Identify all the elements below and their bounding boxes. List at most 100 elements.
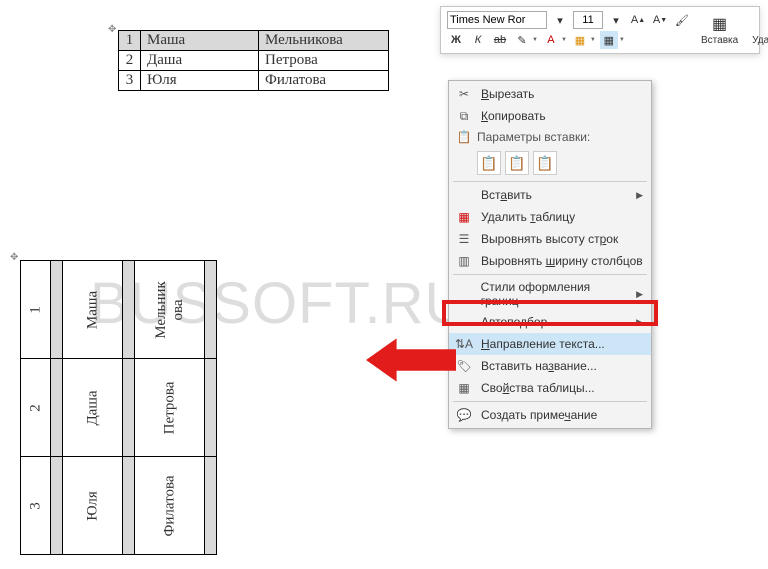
bold-button[interactable]: Ж [447,31,465,49]
ctx-insert[interactable]: Вставить ▶ [449,184,651,206]
chevron-down-icon[interactable]: ▼ [561,37,567,43]
table-row[interactable]: 2 Даша Петрова [21,359,217,457]
chevron-right-icon: ▶ [636,317,643,328]
table-row[interactable]: 3 Юля Филатова [119,71,389,91]
chevron-down-icon[interactable]: ▼ [619,37,625,43]
italic-button[interactable]: К [469,31,487,49]
cell-first[interactable]: Даша [63,359,123,457]
ctx-text-direction[interactable]: ⇅A Направление текста... [449,333,651,355]
cell-last[interactable]: Мельникова [259,31,389,51]
insert-table-button[interactable]: ▦ Вставка [697,12,742,48]
table-row[interactable]: 2 Даша Петрова [119,51,389,71]
cell-stripe [205,457,217,555]
text-direction-icon: ⇅A [455,336,473,352]
chevron-down-icon[interactable]: ▼ [590,37,596,43]
table-move-handle-icon[interactable]: ✥ [108,24,116,35]
ctx-new-comment[interactable]: 💬 Создать примечание [449,404,651,426]
ctx-border-styles[interactable]: Стили оформления границ ▶ [449,277,651,311]
ctx-label: Копировать [481,109,546,123]
paste-merge-icon[interactable]: 📋 [505,151,529,175]
font-name-dropdown-icon[interactable]: ▾ [551,11,569,29]
ctx-label: Свойства таблицы... [481,381,595,395]
delete-table-icon: ▦ [455,209,473,225]
cell-num[interactable]: 2 [21,359,51,457]
table-move-handle-icon[interactable]: ✥ [10,252,18,263]
table-row[interactable]: 1 Маша Мельникова [119,31,389,51]
font-size-select[interactable] [573,11,603,29]
annotation-arrow-icon [366,330,456,390]
separator [453,181,647,182]
separator [453,401,647,402]
ctx-label: Удалить таблицу [481,210,575,224]
cell-last[interactable]: Петрова [259,51,389,71]
cell-stripe [205,261,217,359]
paste-icon: 📋 [455,129,473,145]
cell-stripe [205,359,217,457]
cell-first[interactable]: Юля [63,457,123,555]
ctx-distribute-cols[interactable]: ▥ Выровнять ширину столбцов [449,250,651,272]
cell-stripe [51,457,63,555]
font-size-dropdown-icon[interactable]: ▾ [607,11,625,29]
context-menu: ✂ Вырезать ⧉ Копировать 📋 Параметры вста… [448,80,652,429]
cell-first[interactable]: Маша [141,31,259,51]
comment-icon: 💬 [455,407,473,423]
vertical-table[interactable]: 1 Маша Мельник ова 2 Даша Петрова 3 Юля … [20,260,217,555]
cell-num[interactable]: 2 [119,51,141,71]
cell-last[interactable]: Петрова [135,359,205,457]
separator [453,274,647,275]
ctx-label: Создать примечание [481,408,597,422]
table-row[interactable]: 1 Маша Мельник ова [21,261,217,359]
ctx-cut[interactable]: ✂ Вырезать [449,83,651,105]
chevron-down-icon[interactable]: ▼ [532,37,538,43]
ctx-autofit[interactable]: Автоподбор ▶ [449,311,651,333]
ctx-insert-caption[interactable]: 🏷 Вставить название... [449,355,651,377]
shading-button[interactable]: ▦ [571,31,589,49]
ctx-table-properties[interactable]: ▦ Свойства таблицы... [449,377,651,399]
cell-first[interactable]: Юля [141,71,259,91]
cell-last[interactable]: Мельник ова [135,261,205,359]
font-color-button[interactable]: A [542,31,560,49]
cell-stripe [123,457,135,555]
blank-icon [455,286,473,302]
ctx-label: Стили оформления границ [481,280,628,308]
chevron-right-icon: ▶ [636,190,643,201]
distribute-cols-icon: ▥ [455,253,473,269]
ctx-paste-header: 📋 Параметры вставки: [449,127,651,147]
ctx-label: Вырезать [481,87,534,101]
strike-button[interactable]: ab [491,31,509,49]
insert-label: Вставка [701,35,738,46]
cell-last[interactable]: Филатова [259,71,389,91]
cell-stripe [123,359,135,457]
ctx-label: Выровнять высоту строк [481,232,618,246]
ctx-label: Вставить [481,188,532,202]
cell-stripe [123,261,135,359]
cell-last[interactable]: Филатова [135,457,205,555]
ctx-paste-options: 📋 📋 📋 [449,147,651,179]
cell-first[interactable]: Маша [63,261,123,359]
ctx-distribute-rows[interactable]: ☰ Выровнять высоту строк [449,228,651,250]
format-painter-button[interactable]: 🖌 [673,11,691,29]
highlight-button[interactable]: ✎ [513,31,531,49]
caption-icon: 🏷 [455,358,473,374]
top-table[interactable]: 1 Маша Мельникова 2 Даша Петрова 3 Юля Ф… [118,30,389,91]
shrink-font-button[interactable]: A▼ [651,11,669,29]
cell-num[interactable]: 1 [21,261,51,359]
cell-num[interactable]: 3 [119,71,141,91]
cell-stripe [51,359,63,457]
ctx-delete-table[interactable]: ▦ Удалить таблицу [449,206,651,228]
distribute-rows-icon: ☰ [455,231,473,247]
font-name-select[interactable] [447,11,547,29]
delete-table-button[interactable]: ▦✖ Удаление [748,12,768,48]
cell-num[interactable]: 1 [119,31,141,51]
ctx-label: Направление текста... [481,337,605,351]
ctx-copy[interactable]: ⧉ Копировать [449,105,651,127]
table-row[interactable]: 3 Юля Филатова [21,457,217,555]
copy-icon: ⧉ [455,108,473,124]
grow-font-button[interactable]: A▲ [629,11,647,29]
borders-button[interactable]: ▦ [600,31,618,49]
cell-num[interactable]: 3 [21,457,51,555]
paste-text-only-icon[interactable]: 📋 [533,151,557,175]
blank-icon [455,187,473,203]
paste-keep-source-icon[interactable]: 📋 [477,151,501,175]
cell-first[interactable]: Даша [141,51,259,71]
